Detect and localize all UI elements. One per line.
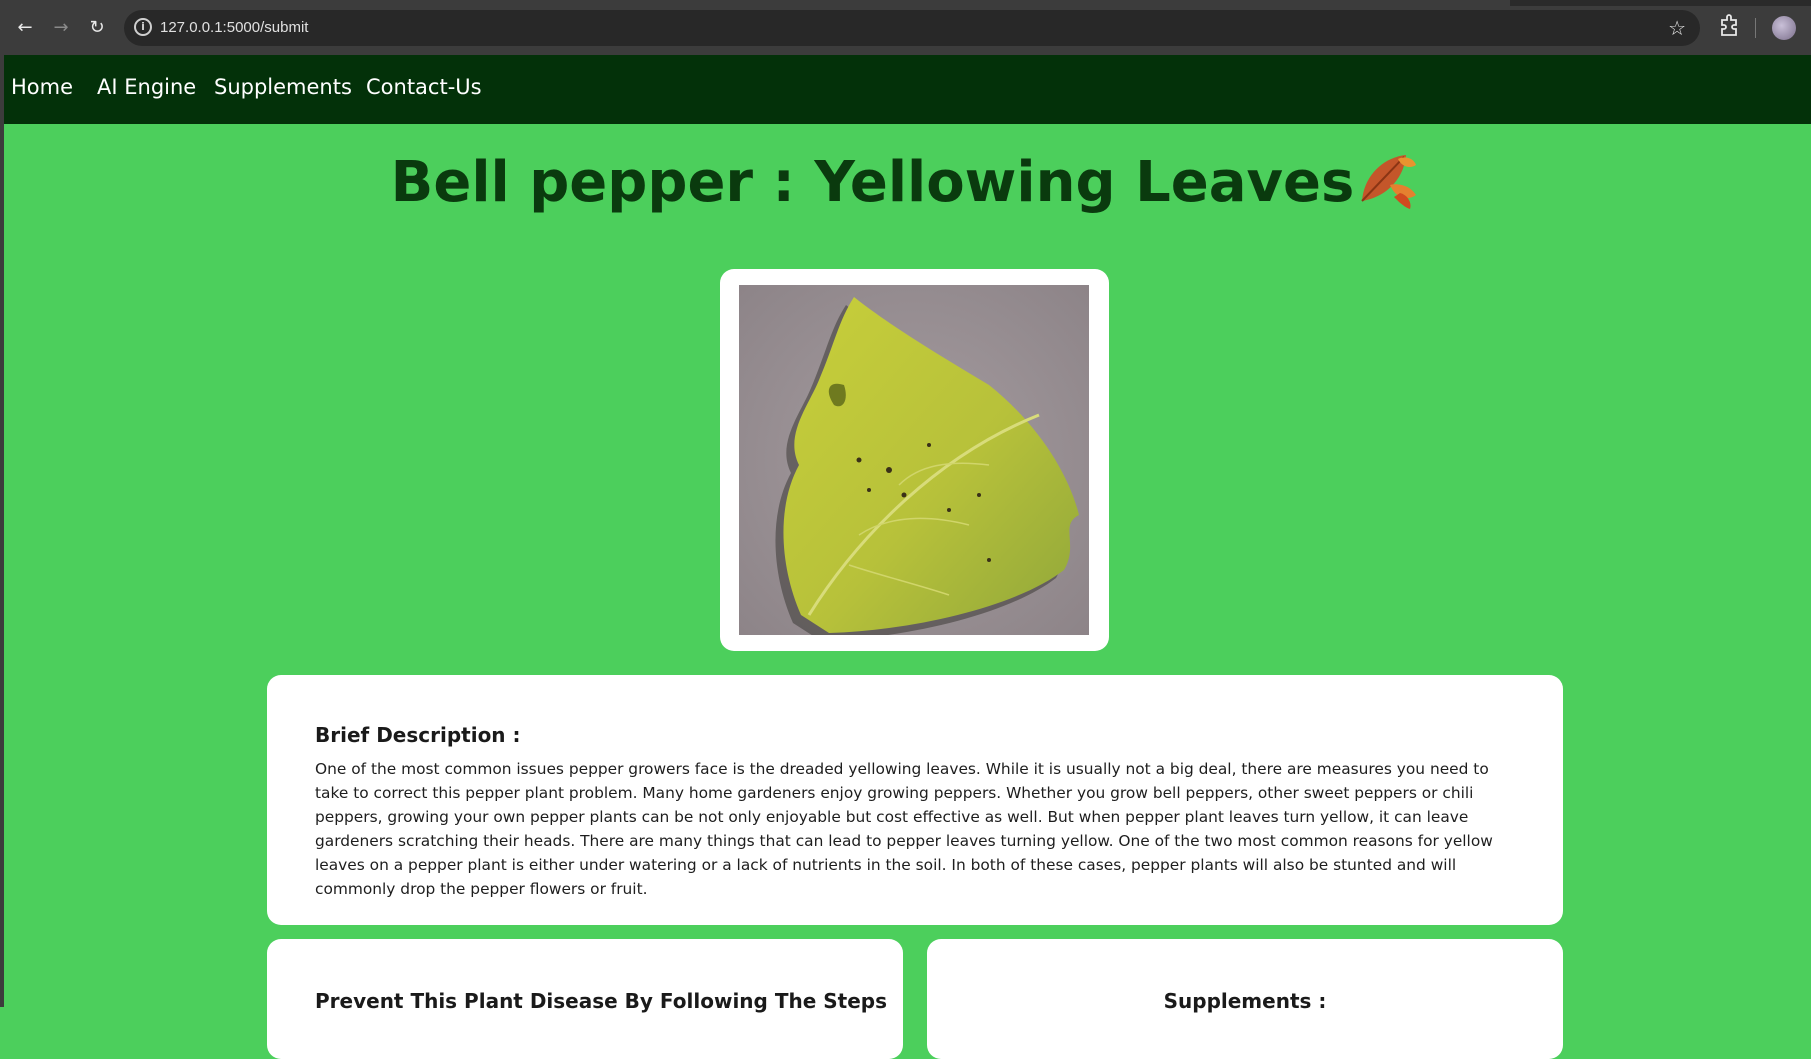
supplements-heading: Supplements : xyxy=(1163,989,1327,1013)
prevention-heading: Prevent This Plant Disease By Following … xyxy=(315,989,887,1013)
description-heading: Brief Description : xyxy=(315,723,521,747)
tab-strip xyxy=(0,0,1811,6)
reload-icon[interactable]: ↻ xyxy=(83,14,111,42)
description-text: One of the most common issues pepper gro… xyxy=(315,760,1493,898)
nav-home-link[interactable]: Home xyxy=(11,75,73,99)
fallen-leaf-icon xyxy=(1354,145,1420,211)
back-arrow-icon[interactable]: ← xyxy=(11,14,39,42)
address-bar[interactable]: i 127.0.0.1:5000/submit ☆ xyxy=(124,10,1700,46)
page-title: Bell pepper : Yellowing Leaves xyxy=(0,145,1811,215)
description-card: Brief Description : One of the most comm… xyxy=(267,675,1563,925)
profile-avatar-icon[interactable] xyxy=(1772,16,1796,40)
prevention-card: Prevent This Plant Disease By Following … xyxy=(267,939,903,1059)
browser-toolbar: ← → ↻ i 127.0.0.1:5000/submit ☆ xyxy=(0,0,1811,55)
nav-ai-engine-link[interactable]: AI Engine xyxy=(97,75,196,99)
supplements-card: Supplements : xyxy=(927,939,1563,1059)
site-info-icon[interactable]: i xyxy=(134,18,152,36)
bookmark-star-icon[interactable]: ☆ xyxy=(1668,16,1686,40)
window-edge xyxy=(0,124,4,1007)
nav-supplements-link[interactable]: Supplements xyxy=(214,75,352,99)
nav-contact-us-link[interactable]: Contact-Us xyxy=(366,75,482,99)
leaf-photo xyxy=(739,285,1089,635)
forward-arrow-icon[interactable]: → xyxy=(47,14,75,42)
page-title-text: Bell pepper : Yellowing Leaves xyxy=(390,150,1355,215)
extensions-icon[interactable] xyxy=(1718,14,1740,38)
uploaded-image-card xyxy=(720,269,1109,651)
toolbar-divider xyxy=(1755,18,1756,38)
url-text[interactable]: 127.0.0.1:5000/submit xyxy=(160,19,308,36)
active-tab[interactable] xyxy=(0,0,1510,6)
site-navbar: Home AI Engine Supplements Contact-Us xyxy=(0,55,1811,124)
